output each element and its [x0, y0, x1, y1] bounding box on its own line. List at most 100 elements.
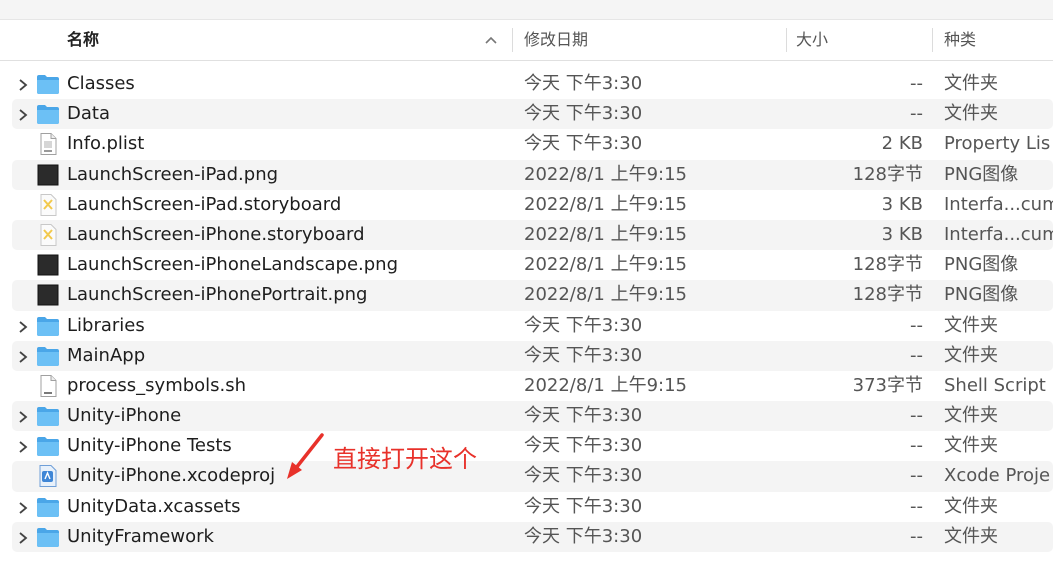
file-size: 2 KB: [881, 133, 923, 155]
file-size: --: [910, 525, 923, 547]
file-name: Classes: [67, 73, 135, 94]
modified-date: 2022/8/1 上午9:15: [524, 223, 687, 245]
modified-date: 2022/8/1 上午9:15: [524, 193, 687, 215]
file-list: Classes 今天 下午3:30 -- 文件夹 Data 今天 下午3:30 -- 文件夹 I…: [0, 69, 1053, 552]
file-name: Libraries: [67, 314, 145, 336]
file-name: LaunchScreen-iPhoneLandscape.png: [67, 254, 398, 276]
column-divider[interactable]: [786, 28, 787, 52]
modified-date: 今天 下午3:30: [524, 465, 643, 487]
file-row[interactable]: LaunchScreen-iPhone.storyboard 2022/8/1 上…: [0, 219, 1053, 251]
file-name: LaunchScreen-iPhonePortrait.png: [67, 284, 368, 306]
file-row[interactable]: LaunchScreen-iPhoneLandscape.png 2022/8/1…: [0, 250, 1053, 280]
file-name: UnityData.xcassets: [67, 495, 241, 517]
file-name: LaunchScreen-iPhone.storyboard: [67, 223, 365, 245]
file-kind: 文件夹: [944, 314, 998, 336]
file-size: --: [910, 314, 923, 336]
file-size: --: [910, 465, 923, 487]
file-row[interactable]: Unity-iPhone 今天 下午3:30 -- 文件夹: [0, 401, 1053, 432]
column-divider[interactable]: [512, 28, 513, 52]
folder-icon: [36, 496, 60, 518]
file-size: --: [910, 73, 923, 94]
modified-date: 今天 下午3:30: [524, 314, 643, 336]
file-size: --: [910, 435, 923, 457]
folder-icon: [36, 73, 60, 95]
png-thumbnail-icon: [36, 284, 60, 306]
annotation-arrow-icon: [287, 433, 324, 479]
file-row[interactable]: Unity-iPhone Tests 今天 下午3:30 -- 文件夹: [0, 431, 1053, 461]
column-header: 名称 修改日期 大小 种类: [0, 19, 1053, 61]
storyboard-file-icon: [36, 223, 60, 246]
file-name: UnityFramework: [67, 525, 214, 547]
disclosure-chevron-icon[interactable]: [17, 107, 29, 121]
plist-file-icon: [36, 133, 60, 156]
file-row[interactable]: LaunchScreen-iPad.png 2022/8/1 上午9:15 128字…: [0, 159, 1053, 190]
file-row[interactable]: LaunchScreen-iPhonePortrait.png 2022/8/1 …: [0, 280, 1053, 311]
folder-icon: [36, 315, 60, 337]
file-kind: Interfa...cum: [944, 193, 1053, 215]
shell-script-icon: [36, 374, 60, 397]
file-kind: 文件夹: [944, 73, 998, 94]
disclosure-chevron-icon[interactable]: [17, 77, 29, 91]
file-size: 3 KB: [881, 193, 923, 215]
column-divider[interactable]: [932, 28, 933, 52]
file-size: 128字节: [852, 163, 923, 185]
file-kind: Interfa...cum: [944, 223, 1053, 245]
disclosure-chevron-icon[interactable]: [17, 500, 29, 514]
file-name: Data: [67, 103, 110, 125]
modified-date: 今天 下午3:30: [524, 103, 643, 125]
file-size: --: [910, 405, 923, 427]
png-thumbnail-icon: [36, 254, 60, 276]
file-row[interactable]: process_symbols.sh 2022/8/1 上午9:15 373字节 Sh…: [0, 371, 1053, 401]
disclosure-chevron-icon[interactable]: [17, 319, 29, 333]
file-row[interactable]: MainApp 今天 下午3:30 -- 文件夹: [0, 340, 1053, 371]
modified-date: 今天 下午3:30: [524, 344, 643, 366]
file-name: MainApp: [67, 344, 146, 366]
file-name: process_symbols.sh: [67, 374, 247, 396]
modified-date: 今天 下午3:30: [524, 133, 643, 155]
file-row[interactable]: Data 今天 下午3:30 -- 文件夹: [0, 99, 1053, 130]
file-kind: 文件夹: [944, 103, 998, 125]
file-name: LaunchScreen-iPad.png: [67, 163, 279, 185]
file-kind: 文件夹: [944, 435, 998, 457]
file-row[interactable]: UnityData.xcassets 今天 下午3:30 -- 文件夹: [0, 492, 1053, 522]
file-kind: PNG图像: [944, 163, 1019, 185]
column-header-name[interactable]: 名称: [67, 20, 99, 60]
png-thumbnail-icon: [36, 164, 60, 186]
disclosure-chevron-icon[interactable]: [17, 530, 29, 544]
file-row[interactable]: LaunchScreen-iPad.storyboard 2022/8/1 上午9…: [0, 190, 1053, 220]
sort-ascending-icon[interactable]: [484, 34, 498, 46]
file-name: Unity-iPhone: [67, 405, 182, 427]
file-row[interactable]: Info.plist 今天 下午3:30 2 KB Property Lis: [0, 129, 1053, 159]
annotation-text: 直接打开这个: [333, 445, 477, 473]
disclosure-chevron-icon[interactable]: [17, 349, 29, 363]
file-row[interactable]: UnityFramework 今天 下午3:30 -- 文件夹: [0, 521, 1053, 552]
file-name: LaunchScreen-iPad.storyboard: [67, 193, 342, 215]
file-size: 3 KB: [881, 223, 923, 245]
disclosure-chevron-icon[interactable]: [17, 409, 29, 423]
file-name: Unity-iPhone.xcodeproj: [67, 465, 276, 487]
folder-icon: [36, 405, 60, 427]
modified-date: 今天 下午3:30: [524, 525, 643, 547]
column-header-date[interactable]: 修改日期: [524, 20, 588, 60]
folder-icon: [36, 435, 60, 457]
file-size: --: [910, 344, 923, 366]
column-header-size[interactable]: 大小: [796, 20, 828, 60]
folder-icon: [36, 103, 60, 125]
modified-date: 2022/8/1 上午9:15: [524, 374, 687, 396]
file-row[interactable]: Unity-iPhone.xcodeproj 今天 下午3:30 -- Xcode P…: [0, 461, 1053, 492]
disclosure-chevron-icon[interactable]: [17, 439, 29, 453]
toolbar-strip: [0, 0, 1053, 19]
file-size: --: [910, 495, 923, 517]
modified-date: 2022/8/1 上午9:15: [524, 163, 687, 185]
column-header-kind[interactable]: 种类: [944, 20, 976, 60]
file-row[interactable]: Libraries 今天 下午3:30 -- 文件夹: [0, 311, 1053, 341]
file-name: Unity-iPhone Tests: [67, 435, 232, 457]
folder-icon: [36, 526, 60, 548]
modified-date: 今天 下午3:30: [524, 435, 643, 457]
modified-date: 今天 下午3:30: [524, 73, 643, 94]
file-kind: PNG图像: [944, 284, 1019, 306]
file-row[interactable]: Classes 今天 下午3:30 -- 文件夹: [0, 69, 1053, 99]
file-size: --: [910, 103, 923, 125]
file-kind: 文件夹: [944, 344, 998, 366]
file-kind: 文件夹: [944, 495, 998, 517]
